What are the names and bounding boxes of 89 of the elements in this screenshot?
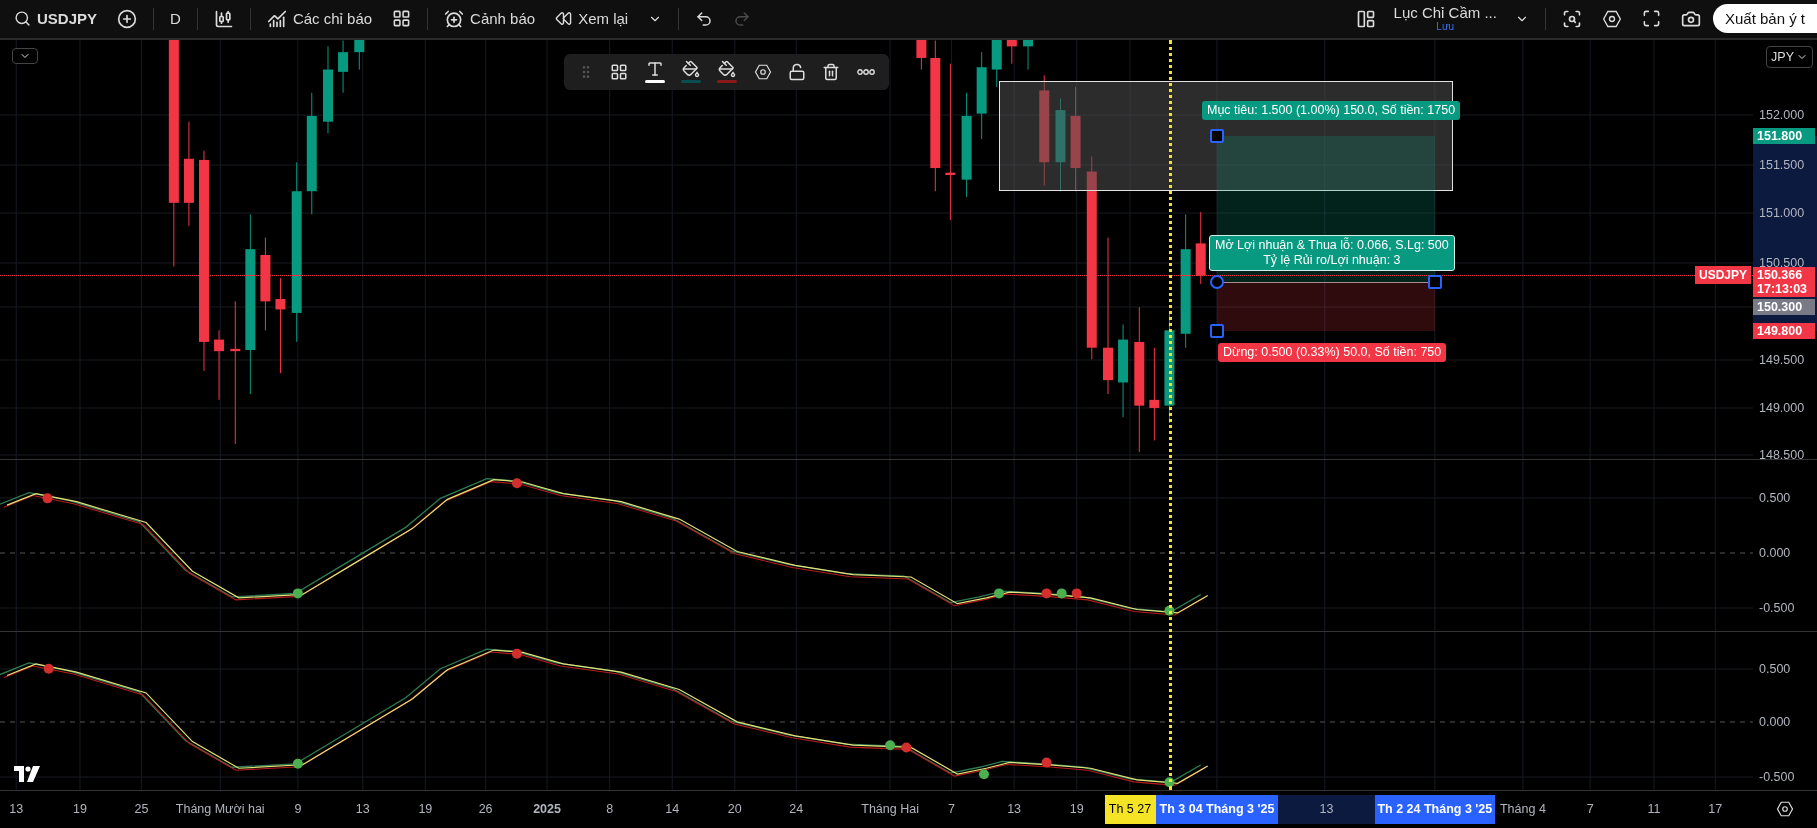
date-label: 13 <box>1007 802 1022 817</box>
loss-zone[interactable] <box>1216 281 1435 331</box>
price-label: 148.500 <box>1759 447 1805 459</box>
target-handle[interactable] <box>1209 128 1224 143</box>
paint-bucket-icon <box>682 60 701 78</box>
symbol-search[interactable]: USDJPY <box>6 4 106 34</box>
trash-icon <box>822 62 841 81</box>
candle <box>916 39 927 70</box>
indicator-value-label: -0.500 <box>1759 769 1795 784</box>
date-label: Tháng Hai <box>861 802 919 817</box>
paint-bucket-icon <box>718 60 737 78</box>
fullscreen-icon <box>1641 9 1661 29</box>
currency-button[interactable]: JPY <box>1766 45 1813 68</box>
chart-icon <box>266 8 287 29</box>
stop-label: Dừng: 0.500 (0.33%) 50.0, Số tiền: 750 <box>1218 342 1447 362</box>
date-label: 13 <box>1278 794 1375 824</box>
interval-button[interactable]: D <box>162 4 189 34</box>
price-label: 152.000 <box>1759 107 1805 122</box>
date-label: 7 <box>948 802 955 817</box>
indicators-button[interactable]: Các chỉ báo <box>258 2 381 35</box>
date-label: Tháng 4 <box>1500 802 1546 817</box>
price-label: 149.000 <box>1759 400 1805 415</box>
text-icon <box>645 60 664 78</box>
year-label: 2025 <box>533 802 561 817</box>
symbol-price-tag: USDJPY <box>1694 265 1751 284</box>
date-label: 19 <box>1069 802 1084 817</box>
date-label: 11 <box>1647 802 1661 817</box>
date-label: 24 <box>789 802 804 817</box>
candle <box>1023 39 1034 70</box>
settings-icon[interactable] <box>1601 8 1622 29</box>
publish-button[interactable]: Xuất bản ý t <box>1712 4 1817 34</box>
unlock-icon <box>788 62 807 81</box>
save-status: Lưu <box>1436 22 1455 33</box>
price-label: 151.500 <box>1759 157 1805 172</box>
indicator-value-label: 0.500 <box>1759 661 1791 676</box>
date-label: 7 <box>1586 802 1594 817</box>
stop-handle[interactable] <box>1209 323 1224 338</box>
date-label: 14 <box>665 802 680 817</box>
crosshair-date-label: Th 5 27 <box>1104 794 1156 824</box>
date-label: 13 <box>9 802 24 817</box>
candle <box>354 39 365 70</box>
logo-icon[interactable] <box>14 765 40 782</box>
date-label: 20 <box>727 802 742 817</box>
date-label: 26 <box>478 802 493 817</box>
grid-icon <box>610 62 629 81</box>
range-date-label: Th 2 24 Tháng 3 '25 <box>1374 794 1496 824</box>
price-tag: 150.366 17:13:03 <box>1753 266 1815 297</box>
date-label: 19 <box>73 802 87 817</box>
width-handle[interactable] <box>1427 274 1442 289</box>
price-label: 151.000 <box>1759 205 1805 220</box>
date-label: 13 <box>355 802 370 817</box>
date-label: Tháng Mười hai <box>175 802 265 817</box>
price-label: 149.500 <box>1759 352 1805 367</box>
layout-name: Lục Chỉ Cầm ... <box>1393 5 1497 21</box>
rectangle-drawing[interactable] <box>999 80 1454 191</box>
candle <box>991 39 1002 87</box>
date-label: 17 <box>1708 802 1723 817</box>
indicator-value-label: 0.500 <box>1759 490 1791 505</box>
candles-icon <box>213 8 234 29</box>
indicator-value-label: 0.000 <box>1759 714 1791 729</box>
more-icon <box>856 68 875 75</box>
indicator-value-label: 0.000 <box>1759 545 1791 560</box>
target-label: Mục tiêu: 1.500 (1.00%) 150.0, Số tiền: 1750 <box>1202 100 1461 120</box>
date-label: 9 <box>294 802 302 817</box>
layout-name-button[interactable]: Lục Chỉ Cầm ... Lưu <box>1387 3 1503 35</box>
candle <box>338 39 349 93</box>
magnifier-icon <box>1561 8 1582 29</box>
settings-icon[interactable] <box>1776 800 1794 819</box>
date-label: 19 <box>418 802 433 817</box>
search-icon <box>14 10 31 28</box>
redo-icon <box>733 9 752 28</box>
alarm-clock-icon <box>444 8 465 29</box>
candle <box>1006 39 1017 64</box>
layout-icon <box>1355 8 1376 29</box>
entry-handle[interactable] <box>1209 274 1224 289</box>
date-label: 25 <box>134 802 149 817</box>
collapse-button[interactable] <box>12 47 38 64</box>
candle <box>214 329 225 400</box>
position-info-tooltip: Mở Lợi nhuận & Thua lỗ: 0.066, S.Lg: 500 Tỷ lệ Rủi ro/Lợi nhuận: 3 <box>1209 234 1455 271</box>
range-date-label: Th 3 04 Tháng 3 '25 <box>1155 794 1279 824</box>
alert-button[interactable]: Cảnh báo <box>436 2 544 35</box>
date-label: 8 <box>606 802 614 817</box>
plus-circle-icon <box>117 8 138 29</box>
price-tag: 151.800 <box>1753 127 1815 144</box>
replay-button[interactable]: Xem lại <box>547 4 637 34</box>
grid-icon <box>392 9 412 29</box>
rewind-icon <box>555 10 573 28</box>
indicator-value-label: -0.500 <box>1759 600 1795 615</box>
undo-icon <box>695 9 714 28</box>
